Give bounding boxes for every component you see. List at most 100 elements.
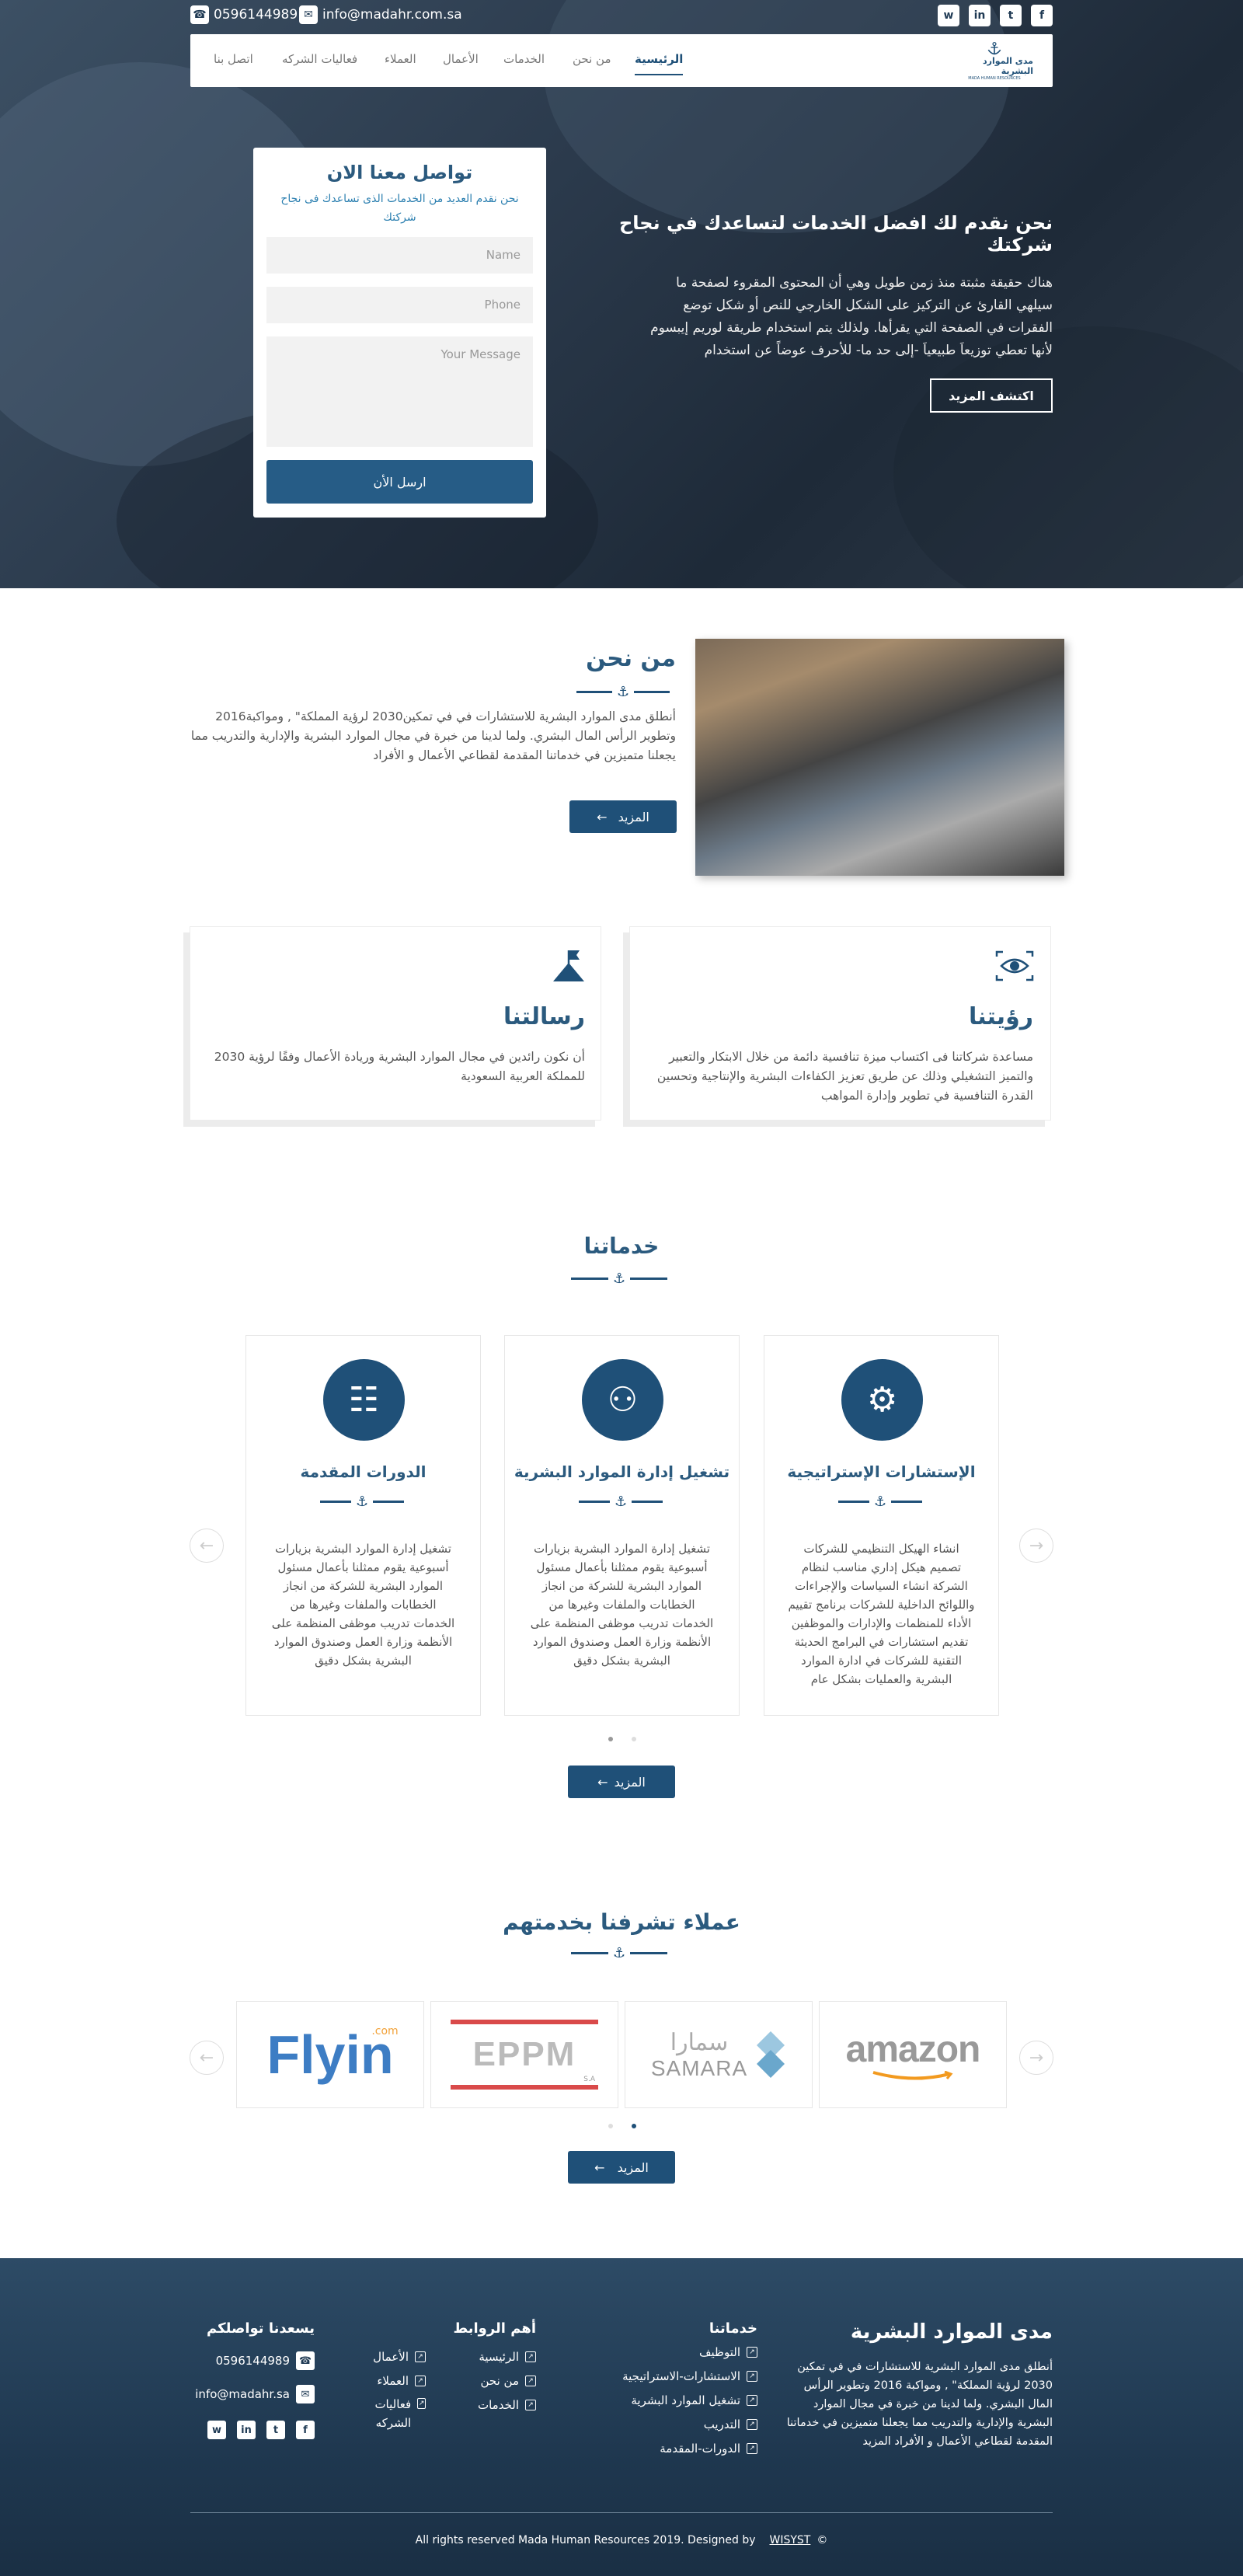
clients-prev-arrow[interactable]: ← [190,2041,224,2075]
carousel-dot-active[interactable] [608,1737,613,1741]
clients-next-arrow[interactable]: → [1019,2041,1053,2075]
nav-events[interactable]: فعاليات الشركه [282,52,357,66]
twitter-icon[interactable]: t [266,2421,285,2439]
external-link-icon: ↗ [747,2443,757,2454]
service-card[interactable]: ⚙ الإستشارات الإستراتيجية ⚓ انشاء الهيكل… [764,1335,999,1716]
clients-title: عملاء تشرفنا بخدمتهم [503,1909,740,1935]
carousel-dot[interactable] [608,2124,613,2128]
nav-home[interactable]: الرئيسية [635,52,684,75]
topbar-phone[interactable]: ☎ 0596144989 [190,5,298,24]
footer-link[interactable]: ↗ التدريب [704,2417,757,2431]
service-card[interactable]: ⚇ تشغيل إدارة الموارد البشرية ⚓ تشغيل إد… [504,1335,740,1716]
facebook-icon[interactable]: f [1031,5,1053,26]
footer-link[interactable]: ↗ العملاء [377,2374,426,2388]
anchor-icon: ⚓ [874,1494,887,1510]
footer-link[interactable]: ↗ الأعمال [373,2350,426,2364]
service-card[interactable]: ☷ الدورات المقدمة ⚓ تشغيل إدارة الموارد … [245,1335,481,1716]
arrow-left-icon: ← [594,2159,605,2175]
nav-about[interactable]: من نحن [573,52,611,66]
service-text: تشغيل إدارة الموارد البشرية بزيارات أسبو… [530,1542,714,1668]
carousel-dot-active[interactable] [632,2124,636,2128]
top-bar: ☎ 0596144989 ✉ info@madahr.com.sa w in t… [190,0,1053,33]
footer-link[interactable]: ↗ الاستشارات-الاستراتيجية [622,2369,757,2383]
footer-link[interactable]: ↗ تشغيل الموارد البشرية [631,2393,757,2407]
external-link-icon: ↗ [417,2398,426,2409]
topbar-email[interactable]: ✉ info@madahr.com.sa [299,5,462,24]
site-logo[interactable]: مدى الموارد البشرية MADA HUMAN RESOURCES [956,42,1033,81]
submit-button[interactable]: ارسل الأن [266,460,533,504]
nav-works[interactable]: الأعمال [443,52,479,66]
samara-logo-icon [757,2031,785,2078]
service-text: تشغيل إدارة الموارد البشرية بزيارات أسبو… [271,1542,455,1668]
about-more-button[interactable]: المزيد ← [569,800,677,833]
facebook-icon[interactable]: f [296,2421,315,2439]
footer-link[interactable]: ↗ من نحن [481,2374,536,2388]
nav-contact[interactable]: اتصل بنا [214,52,253,66]
carousel-dot[interactable] [632,1737,636,1741]
footer-link[interactable]: ↗ الدورات-المقدمة [660,2442,757,2456]
amazon-smile-icon [872,2070,953,2080]
footer-email[interactable]: ✉ info@madahr.sa [195,2385,315,2403]
footer-phone[interactable]: ☎ 0596144989 [216,2351,315,2370]
client-logo-eppm[interactable]: EPPM S.A [430,2001,618,2108]
form-subtitle: نحن نقدم العديد من الخدمات الذى تساعدك ف… [280,193,519,224]
vision-text: مساعدة شركاتنا فى اكتساب ميزة تنافسية دا… [656,1050,1033,1103]
mail-icon: ✉ [299,5,318,24]
twitter-icon[interactable]: t [1000,5,1022,26]
mountain-flag-icon [553,950,584,981]
external-link-icon: ↗ [525,2400,536,2410]
about-image [695,639,1064,876]
external-link-icon: ↗ [747,2419,757,2430]
service-text: انشاء الهيكل التنظيمي للشركات تصميم هيكل… [788,1542,975,1686]
network-people-icon: ⚇ [582,1359,663,1441]
services-next-arrow[interactable]: → [1019,1529,1053,1563]
whatsapp-icon[interactable]: w [938,5,959,26]
message-textarea[interactable]: Your Message [266,336,533,447]
name-input[interactable]: Name [266,237,533,274]
services-more-button[interactable]: المزيد ← [568,1766,675,1798]
linkedin-icon[interactable]: in [237,2421,256,2439]
nav-clients[interactable]: العملاء [385,52,416,66]
main-nav: مدى الموارد البشرية MADA HUMAN RESOURCES… [190,34,1053,87]
footer-link[interactable]: ↗ الخدمات [478,2398,536,2412]
whatsapp-icon[interactable]: w [207,2421,226,2439]
footer-contact-title: يسعدنا تواصلكم [207,2320,315,2337]
linkedin-icon[interactable]: in [969,5,991,26]
about-text: أنطلق مدى الموارد البشرية للاستشارات في … [190,709,676,762]
phone-icon: ☎ [296,2351,315,2370]
contact-form: تواصل معنا الان نحن نقدم العديد من الخدم… [253,148,546,518]
phone-icon: ☎ [190,5,209,24]
services-prev-arrow[interactable]: ← [190,1529,224,1563]
nav-services[interactable]: الخدمات [503,52,545,66]
clients-more-button[interactable]: المزيد ← [568,2151,675,2184]
client-logo-flyin[interactable]: Flyin .com [236,2001,424,2108]
hero-section: ☎ 0596144989 ✉ info@madahr.com.sa w in t… [0,0,1243,588]
about-divider: ⚓ [576,684,670,700]
external-link-icon: ↗ [415,2351,426,2362]
discover-more-button[interactable]: اكتشف المزيد [930,378,1053,413]
services-divider: ⚓ [571,1271,668,1287]
arrow-left-icon: ← [597,1774,608,1790]
footer-links-title: أهم الروابط [453,2320,536,2337]
client-logo-samara[interactable]: سمارا SAMARA [625,2001,813,2108]
footer-link[interactable]: ↗ الرئيسية [479,2350,536,2364]
about-title: من نحن [586,645,676,672]
footer-link[interactable]: ↗ التوظيف [699,2345,757,2359]
phone-input[interactable]: Phone [266,287,533,323]
vision-title: رؤيتنا [969,1003,1033,1030]
external-link-icon: ↗ [415,2376,426,2386]
services-title: خدماتنا [583,1233,660,1259]
client-logo-amazon[interactable]: amazon [819,2001,1007,2108]
form-title: تواصل معنا الان [326,162,473,183]
external-link-icon: ↗ [747,2395,757,2406]
anchor-icon: ⚓ [613,1271,626,1287]
footer-brand-title: مدى الموارد البشرية [850,2320,1053,2344]
training-icon: ☷ [323,1359,405,1441]
mission-text: أن نكون رائدين في مجال الموارد البشرية و… [214,1050,585,1083]
mission-card: رسالتنا أن نكون رائدين في مجال الموارد ا… [190,926,601,1121]
footer-link[interactable]: ↗ فعاليات الشركه [356,2397,426,2432]
anchor-logo-icon [987,42,1001,55]
mail-icon: ✉ [296,2385,315,2403]
designer-link[interactable]: WISYST [770,2534,811,2546]
anchor-icon: ⚓ [615,1494,628,1510]
